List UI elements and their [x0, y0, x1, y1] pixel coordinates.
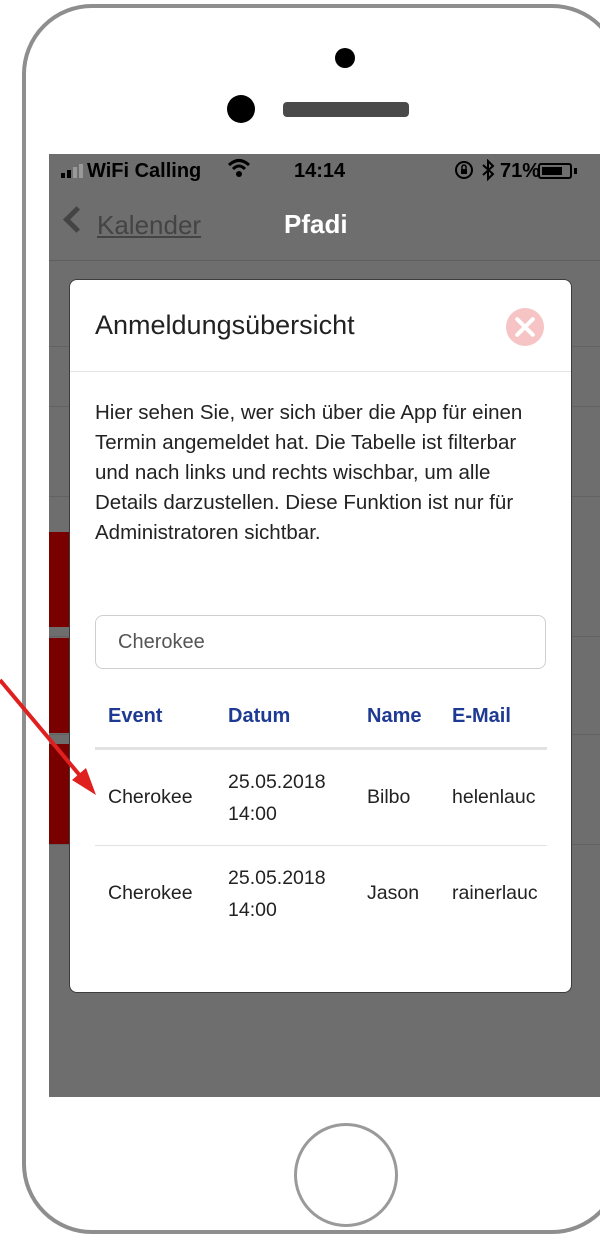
page-title: Pfadi — [284, 209, 348, 239]
cell-date: 25.05.2018 — [228, 866, 326, 889]
bluetooth-icon — [481, 158, 495, 187]
status-bar: WiFi Calling 14:14 71% — [49, 154, 600, 190]
battery-percent: 71% — [500, 160, 541, 182]
carrier-label: WiFi Calling — [87, 160, 202, 182]
column-header-event[interactable]: Event — [95, 685, 215, 750]
table-header-row: Event Datum Name E-Mail — [95, 685, 547, 750]
modal-description: Hier sehen Sie, wer sich über die App fü… — [95, 401, 523, 544]
earpiece-speaker — [283, 102, 409, 117]
cell-event: Cherokee — [95, 748, 215, 846]
modal-header: Anmeldungsübersicht — [70, 280, 571, 372]
cell-name: Bilbo — [354, 748, 439, 846]
cell-name: Jason — [367, 882, 420, 904]
wifi-icon — [227, 158, 251, 184]
signal-icon — [61, 164, 83, 178]
column-header-name[interactable]: Name — [354, 685, 439, 750]
background-event-marker — [49, 744, 69, 844]
orientation-lock-icon — [454, 160, 474, 185]
cell-date: 25.05.2018 — [228, 770, 326, 793]
navigation-bar: Kalender Pfadi — [49, 190, 600, 261]
column-header-email[interactable]: E-Mail — [439, 685, 547, 750]
cell-event: Cherokee — [108, 882, 193, 904]
clock: 14:14 — [294, 160, 346, 182]
battery-fill — [542, 167, 562, 175]
cell-email: rainerlauc — [452, 882, 538, 904]
filter-input[interactable] — [95, 615, 546, 669]
front-camera — [227, 95, 255, 123]
registration-overview-modal: Anmeldungsübersicht Hier sehen Sie, wer … — [69, 279, 572, 993]
table-row[interactable]: Cherokee 25.05.2018 14:00 Jason rainerlau… — [95, 846, 547, 942]
column-header-datum[interactable]: Datum — [215, 685, 354, 750]
background-event-marker — [49, 532, 69, 627]
cell-time: 14:00 — [228, 898, 277, 921]
home-button[interactable] — [294, 1123, 398, 1227]
back-button[interactable]: Kalender — [97, 210, 201, 241]
cell-time: 14:00 — [228, 802, 277, 825]
cell-datum: 25.05.2018 14:00 — [215, 846, 354, 942]
background-event-marker — [49, 638, 69, 733]
table-row[interactable]: Cherokee 25.05.2018 14:00 Bilbo helenlauc — [95, 748, 547, 846]
battery-icon — [538, 163, 572, 179]
modal-title: Anmeldungsübersicht — [95, 310, 355, 340]
app-screen: WiFi Calling 14:14 71% Kalender Pfadi An… — [49, 154, 600, 1097]
proximity-sensor — [335, 48, 355, 68]
battery-tip — [574, 168, 577, 174]
back-chevron-icon[interactable] — [63, 206, 90, 233]
cell-datum: 25.05.2018 14:00 — [215, 748, 354, 846]
cell-email: helenlauc — [439, 748, 547, 846]
close-icon[interactable] — [506, 308, 544, 346]
registrations-table[interactable]: Event Datum Name E-Mail Cherokee 25.05.2… — [95, 685, 547, 941]
